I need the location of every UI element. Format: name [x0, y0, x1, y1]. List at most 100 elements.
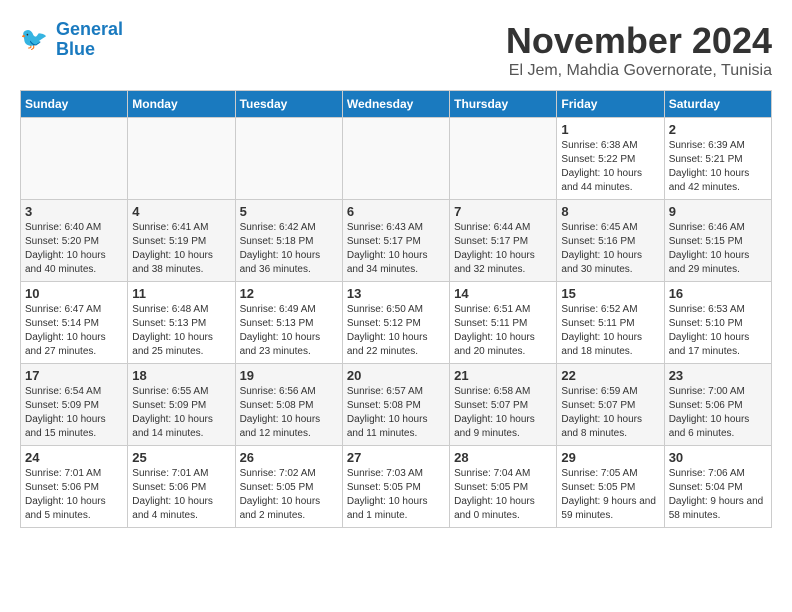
calendar-cell: 4Sunrise: 6:41 AMSunset: 5:19 PMDaylight… [128, 200, 235, 282]
day-info: Sunrise: 6:47 AMSunset: 5:14 PMDaylight:… [25, 303, 123, 359]
day-number: 19 [240, 368, 338, 383]
logo-icon: 🐦 [20, 24, 52, 56]
day-number: 8 [561, 204, 659, 219]
calendar-cell: 9 Sunrise: 6:46 AMSunset: 5:15 PMDaylight… [664, 200, 771, 282]
day-info: Sunrise: 7:01 AMSunset: 5:06 PMDaylight:… [25, 467, 123, 523]
calendar-cell: 28 Sunrise: 7:04 AMSunset: 5:05 PMDayligh… [450, 446, 557, 528]
day-number: 27 [347, 450, 445, 465]
calendar-cell: 2 Sunrise: 6:39 AMSunset: 5:21 PMDaylight… [664, 118, 771, 200]
weekday-header-thursday: Thursday [450, 91, 557, 118]
calendar-week-1: 1 Sunrise: 6:38 AMSunset: 5:22 PMDaylight… [21, 118, 772, 200]
day-info: Sunrise: 7:06 AMSunset: 5:04 PMDaylight:… [669, 467, 767, 523]
calendar-cell [128, 118, 235, 200]
month-title: November 2024 [506, 20, 772, 62]
day-info: Sunrise: 6:58 AMSunset: 5:07 PMDaylight:… [454, 385, 552, 441]
weekday-header-wednesday: Wednesday [342, 91, 449, 118]
day-info: Sunrise: 6:51 AMSunset: 5:11 PMDaylight:… [454, 303, 552, 359]
day-info: Sunrise: 6:57 AMSunset: 5:08 PMDaylight:… [347, 385, 445, 441]
day-info: Sunrise: 6:54 AMSunset: 5:09 PMDaylight:… [25, 385, 123, 441]
day-number: 22 [561, 368, 659, 383]
calendar-week-5: 24 Sunrise: 7:01 AMSunset: 5:06 PMDayligh… [21, 446, 772, 528]
day-info: Sunrise: 7:05 AMSunset: 5:05 PMDaylight:… [561, 467, 659, 523]
day-number: 20 [347, 368, 445, 383]
day-info: Sunrise: 6:49 AMSunset: 5:13 PMDaylight:… [240, 303, 338, 359]
day-number: 6 [347, 204, 445, 219]
calendar-cell: 6 Sunrise: 6:43 AMSunset: 5:17 PMDaylight… [342, 200, 449, 282]
day-info: Sunrise: 6:50 AMSunset: 5:12 PMDaylight:… [347, 303, 445, 359]
day-number: 12 [240, 286, 338, 301]
day-number: 25 [132, 450, 230, 465]
calendar-cell [450, 118, 557, 200]
day-info: Sunrise: 6:55 AMSunset: 5:09 PMDaylight:… [132, 385, 230, 441]
svg-text:🐦: 🐦 [20, 26, 48, 51]
day-info: Sunrise: 6:38 AMSunset: 5:22 PMDaylight:… [561, 139, 659, 195]
day-number: 1 [561, 122, 659, 137]
day-info: Sunrise: 7:01 AMSunset: 5:06 PMDaylight:… [132, 467, 230, 523]
calendar-cell: 27Sunrise: 7:03 AMSunset: 5:05 PMDayligh… [342, 446, 449, 528]
calendar-cell: 15 Sunrise: 6:52 AMSunset: 5:11 PMDayligh… [557, 282, 664, 364]
calendar-cell [342, 118, 449, 200]
calendar-cell: 30 Sunrise: 7:06 AMSunset: 5:04 PMDayligh… [664, 446, 771, 528]
day-info: Sunrise: 6:59 AMSunset: 5:07 PMDaylight:… [561, 385, 659, 441]
logo-general: General [56, 19, 123, 39]
calendar-week-4: 17 Sunrise: 6:54 AMSunset: 5:09 PMDayligh… [21, 364, 772, 446]
day-number: 24 [25, 450, 123, 465]
day-number: 2 [669, 122, 767, 137]
location-subtitle: El Jem, Mahdia Governorate, Tunisia [506, 62, 772, 80]
calendar-cell: 5 Sunrise: 6:42 AMSunset: 5:18 PMDaylight… [235, 200, 342, 282]
calendar-cell: 3Sunrise: 6:40 AMSunset: 5:20 PMDaylight… [21, 200, 128, 282]
weekday-header-monday: Monday [128, 91, 235, 118]
day-number: 3 [25, 204, 123, 219]
logo: 🐦 General Blue [20, 20, 123, 60]
calendar-cell: 17 Sunrise: 6:54 AMSunset: 5:09 PMDayligh… [21, 364, 128, 446]
day-info: Sunrise: 7:00 AMSunset: 5:06 PMDaylight:… [669, 385, 767, 441]
day-info: Sunrise: 6:39 AMSunset: 5:21 PMDaylight:… [669, 139, 767, 195]
calendar-cell [235, 118, 342, 200]
calendar-cell: 26Sunrise: 7:02 AMSunset: 5:05 PMDayligh… [235, 446, 342, 528]
day-number: 15 [561, 286, 659, 301]
calendar-cell: 13 Sunrise: 6:50 AMSunset: 5:12 PMDayligh… [342, 282, 449, 364]
calendar-cell: 21 Sunrise: 6:58 AMSunset: 5:07 PMDayligh… [450, 364, 557, 446]
header: 🐦 General Blue November 2024 El Jem, Mah… [20, 20, 772, 80]
logo-text: General Blue [56, 20, 123, 60]
day-info: Sunrise: 6:44 AMSunset: 5:17 PMDaylight:… [454, 221, 552, 277]
day-info: Sunrise: 6:45 AMSunset: 5:16 PMDaylight:… [561, 221, 659, 277]
calendar-cell: 8 Sunrise: 6:45 AMSunset: 5:16 PMDaylight… [557, 200, 664, 282]
day-number: 29 [561, 450, 659, 465]
calendar-cell: 7 Sunrise: 6:44 AMSunset: 5:17 PMDaylight… [450, 200, 557, 282]
day-number: 13 [347, 286, 445, 301]
day-number: 14 [454, 286, 552, 301]
day-info: Sunrise: 6:46 AMSunset: 5:15 PMDaylight:… [669, 221, 767, 277]
calendar-week-3: 10 Sunrise: 6:47 AMSunset: 5:14 PMDayligh… [21, 282, 772, 364]
day-number: 17 [25, 368, 123, 383]
weekday-header-friday: Friday [557, 91, 664, 118]
calendar-cell: 14 Sunrise: 6:51 AMSunset: 5:11 PMDayligh… [450, 282, 557, 364]
calendar-cell: 29 Sunrise: 7:05 AMSunset: 5:05 PMDayligh… [557, 446, 664, 528]
day-number: 4 [132, 204, 230, 219]
day-info: Sunrise: 7:04 AMSunset: 5:05 PMDaylight:… [454, 467, 552, 523]
day-number: 10 [25, 286, 123, 301]
day-number: 7 [454, 204, 552, 219]
day-info: Sunrise: 6:48 AMSunset: 5:13 PMDaylight:… [132, 303, 230, 359]
calendar-cell: 1 Sunrise: 6:38 AMSunset: 5:22 PMDaylight… [557, 118, 664, 200]
day-info: Sunrise: 7:02 AMSunset: 5:05 PMDaylight:… [240, 467, 338, 523]
calendar-cell: 25 Sunrise: 7:01 AMSunset: 5:06 PMDayligh… [128, 446, 235, 528]
day-number: 30 [669, 450, 767, 465]
day-info: Sunrise: 6:42 AMSunset: 5:18 PMDaylight:… [240, 221, 338, 277]
day-info: Sunrise: 6:43 AMSunset: 5:17 PMDaylight:… [347, 221, 445, 277]
logo-blue: Blue [56, 40, 123, 60]
calendar-cell: 11Sunrise: 6:48 AMSunset: 5:13 PMDayligh… [128, 282, 235, 364]
day-number: 5 [240, 204, 338, 219]
day-number: 9 [669, 204, 767, 219]
calendar-cell [21, 118, 128, 200]
day-info: Sunrise: 6:53 AMSunset: 5:10 PMDaylight:… [669, 303, 767, 359]
day-info: Sunrise: 6:52 AMSunset: 5:11 PMDaylight:… [561, 303, 659, 359]
day-number: 28 [454, 450, 552, 465]
day-number: 23 [669, 368, 767, 383]
calendar-cell: 19Sunrise: 6:56 AMSunset: 5:08 PMDayligh… [235, 364, 342, 446]
day-number: 21 [454, 368, 552, 383]
calendar-table: SundayMondayTuesdayWednesdayThursdayFrid… [20, 90, 772, 528]
title-area: November 2024 El Jem, Mahdia Governorate… [506, 20, 772, 80]
calendar-cell: 18Sunrise: 6:55 AMSunset: 5:09 PMDayligh… [128, 364, 235, 446]
calendar-week-2: 3Sunrise: 6:40 AMSunset: 5:20 PMDaylight… [21, 200, 772, 282]
